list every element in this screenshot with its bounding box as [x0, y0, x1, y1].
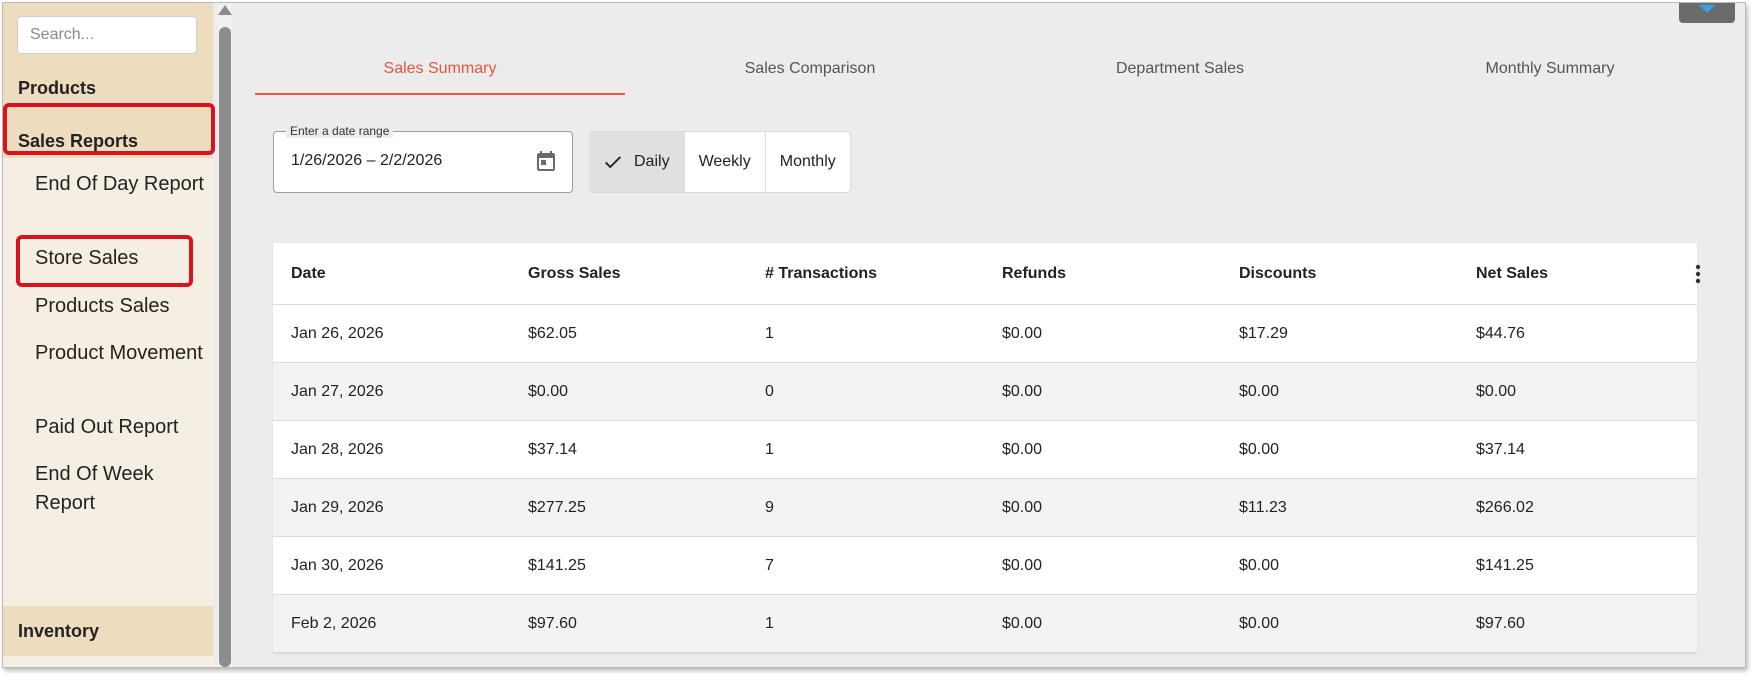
more-options-icon[interactable]: [1695, 264, 1701, 284]
sidebar-item-products-sales[interactable]: Products Sales: [35, 292, 205, 321]
tab-monthly-summary[interactable]: Monthly Summary: [1365, 43, 1735, 95]
table-row: Jan 30, 2026 $141.25 7 $0.00 $0.00 $141.…: [273, 537, 1697, 595]
cell-discounts: $11.23: [1239, 498, 1287, 516]
cell-transactions: 1: [765, 440, 774, 458]
cell-date: Jan 29, 2026: [291, 498, 384, 516]
table-row: Feb 2, 2026 $97.60 1 $0.00 $0.00 $97.60: [273, 595, 1697, 653]
dropdown-toggle-button[interactable]: [1679, 3, 1735, 23]
cell-refunds: $0.00: [1002, 324, 1043, 342]
cell-date: Jan 26, 2026: [291, 324, 384, 342]
sidebar-section-label: Products: [18, 77, 97, 98]
toggle-daily[interactable]: Daily: [590, 132, 685, 192]
cell-gross-sales: $277.25: [528, 498, 586, 516]
cell-discounts: $0.00: [1239, 382, 1280, 400]
sidebar-item-end-of-day-report[interactable]: End Of Day Report: [35, 170, 205, 199]
period-toggle-group: Daily Weekly Monthly: [589, 131, 851, 193]
check-icon: [605, 156, 621, 169]
sidebar-item-paid-out-report[interactable]: Paid Out Report: [35, 413, 205, 442]
cell-date: Jan 30, 2026: [291, 556, 384, 574]
table-header-row: Date Gross Sales # Transactions Refunds …: [273, 243, 1701, 305]
sidebar-scrollbar[interactable]: [217, 3, 233, 667]
cell-gross-sales: $37.14: [528, 440, 577, 458]
cell-net-sales: $44.76: [1476, 324, 1525, 342]
cell-net-sales: $97.60: [1476, 614, 1525, 632]
column-header-refunds[interactable]: Refunds: [984, 265, 1221, 283]
cell-refunds: $0.00: [1002, 440, 1043, 458]
sidebar-item-store-sales[interactable]: Store Sales: [35, 244, 205, 273]
cell-gross-sales: $141.25: [528, 556, 586, 574]
calendar-icon[interactable]: [534, 149, 558, 173]
table-row: Jan 26, 2026 $62.05 1 $0.00 $17.29 $44.7…: [273, 305, 1697, 363]
cell-gross-sales: $0.00: [528, 382, 569, 400]
toggle-label: Daily: [634, 153, 670, 170]
column-header-date[interactable]: Date: [273, 265, 510, 283]
main-content: Sales Summary Sales Comparison Departmen…: [235, 3, 1745, 667]
sidebar-section-products[interactable]: Products: [3, 67, 213, 109]
column-header-transactions[interactable]: # Transactions: [747, 265, 984, 283]
cell-refunds: $0.00: [1002, 556, 1043, 574]
cell-refunds: $0.00: [1002, 614, 1043, 632]
table-row: Jan 29, 2026 $277.25 9 $0.00 $11.23 $266…: [273, 479, 1697, 537]
cell-discounts: $0.00: [1239, 614, 1280, 632]
date-range-value[interactable]: 1/26/2026 – 2/2/2026: [291, 152, 442, 170]
app-window: Products Sales Reports End Of Day Report…: [2, 2, 1746, 668]
table-row: Jan 28, 2026 $37.14 1 $0.00 $0.00 $37.14: [273, 421, 1697, 479]
sidebar-section-inventory[interactable]: Inventory: [3, 606, 213, 656]
search-input[interactable]: [17, 16, 197, 54]
cell-net-sales: $0.00: [1476, 382, 1517, 400]
sidebar-section-label: Sales Reports: [18, 130, 139, 151]
date-range-field[interactable]: Enter a date range 1/26/2026 – 2/2/2026: [273, 124, 573, 193]
date-range-legend: Enter a date range: [286, 124, 394, 138]
cell-gross-sales: $62.05: [528, 324, 577, 342]
sales-summary-table: Date Gross Sales # Transactions Refunds …: [273, 243, 1701, 653]
column-header-net-sales[interactable]: Net Sales: [1458, 265, 1695, 283]
cell-refunds: $0.00: [1002, 498, 1043, 516]
cell-discounts: $0.00: [1239, 556, 1280, 574]
cell-transactions: 7: [765, 556, 774, 574]
cell-transactions: 1: [765, 324, 774, 342]
sidebar: Products Sales Reports End Of Day Report…: [3, 3, 215, 667]
cell-net-sales: $141.25: [1476, 556, 1534, 574]
sidebar-item-end-of-week-report[interactable]: End Of Week Report: [35, 460, 205, 518]
tab-sales-comparison[interactable]: Sales Comparison: [625, 43, 995, 95]
tab-sales-summary[interactable]: Sales Summary: [255, 43, 625, 95]
cell-transactions: 0: [765, 382, 774, 400]
cell-transactions: 1: [765, 614, 774, 632]
tab-department-sales[interactable]: Department Sales: [995, 43, 1365, 95]
scroll-up-arrow-icon[interactable]: [218, 5, 232, 15]
toggle-weekly[interactable]: Weekly: [685, 132, 766, 192]
column-header-gross-sales[interactable]: Gross Sales: [510, 265, 747, 283]
column-header-discounts[interactable]: Discounts: [1221, 265, 1458, 283]
cell-date: Feb 2, 2026: [291, 614, 377, 632]
cell-date: Jan 27, 2026: [291, 382, 384, 400]
toggle-label: Weekly: [698, 153, 751, 170]
cell-net-sales: $266.02: [1476, 498, 1534, 516]
toggle-monthly[interactable]: Monthly: [766, 132, 850, 192]
report-tabs: Sales Summary Sales Comparison Departmen…: [255, 43, 1735, 95]
table-row: Jan 27, 2026 $0.00 0 $0.00 $0.00 $0.00: [273, 363, 1697, 421]
sidebar-section-label: Inventory: [18, 620, 100, 641]
cell-transactions: 9: [765, 498, 774, 516]
toggle-label: Monthly: [779, 153, 836, 170]
cell-date: Jan 28, 2026: [291, 440, 384, 458]
scrollbar-thumb[interactable]: [219, 27, 231, 667]
cell-discounts: $17.29: [1239, 324, 1288, 342]
cell-discounts: $0.00: [1239, 440, 1280, 458]
cell-net-sales: $37.14: [1476, 440, 1525, 458]
sidebar-section-sales-reports[interactable]: Sales Reports: [3, 117, 213, 165]
cell-gross-sales: $97.60: [528, 614, 577, 632]
cell-refunds: $0.00: [1002, 382, 1043, 400]
sidebar-item-product-movement[interactable]: Product Movement: [35, 339, 205, 368]
